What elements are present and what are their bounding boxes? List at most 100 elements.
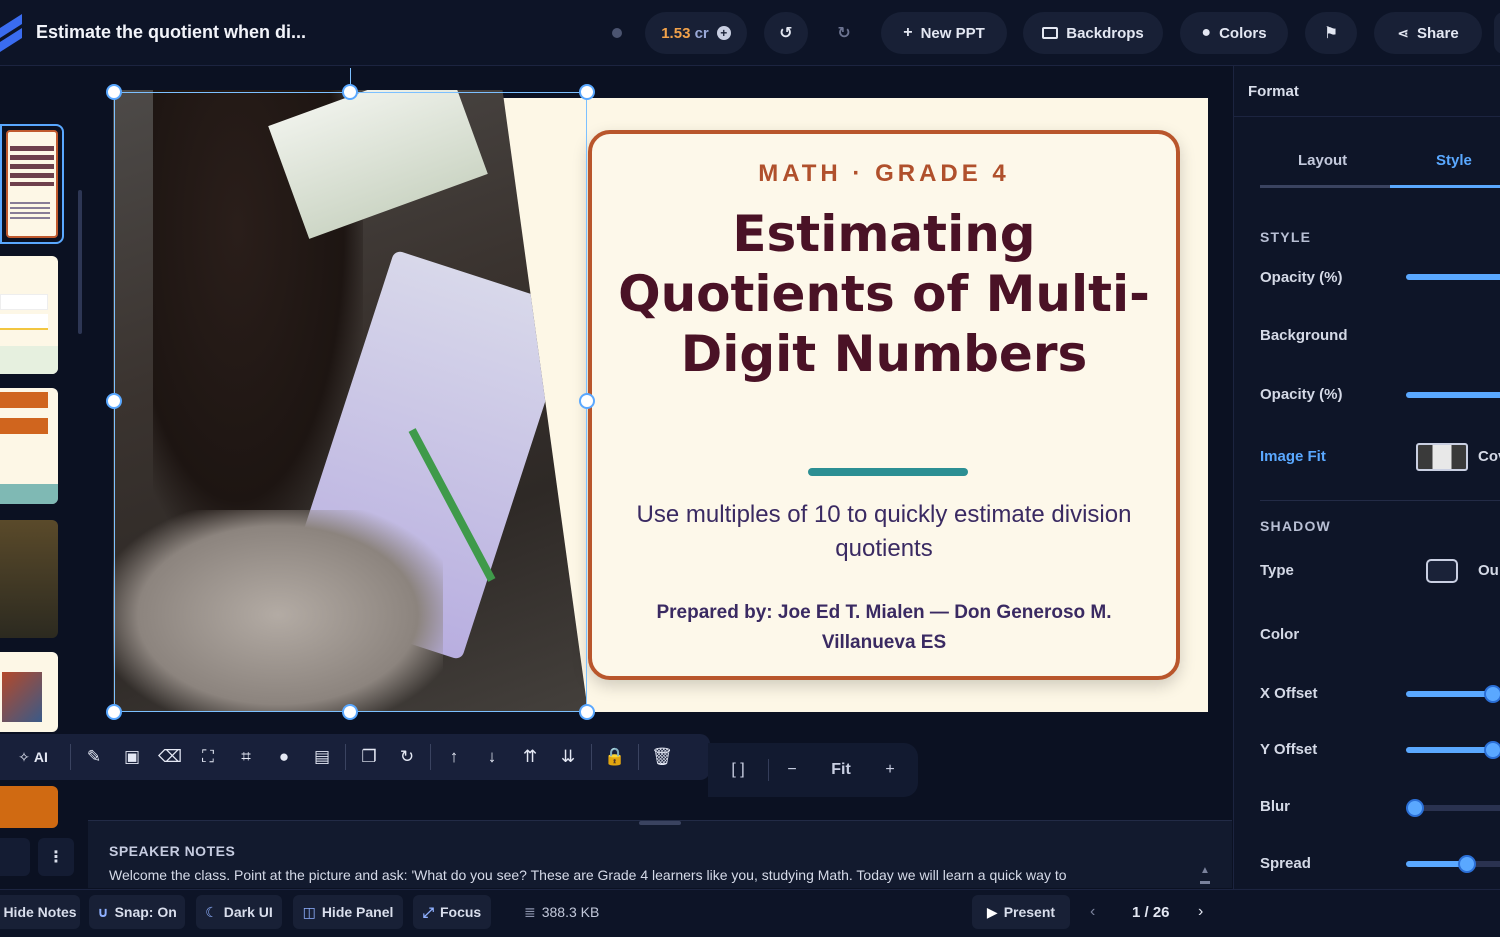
expand-button[interactable]: ⛶ [189,734,227,780]
x-offset-slider-knob[interactable] [1484,685,1500,703]
move-down-button[interactable]: ↓ [473,734,511,780]
zoom-in-button[interactable]: + [867,743,913,797]
bring-front-icon: ⇈ [522,747,538,766]
zoom-out-button[interactable]: − [769,743,815,797]
thumbnails-scrollbar[interactable] [78,190,82,334]
zoom-controls: [ ] − Fit + [708,743,918,797]
spread-slider[interactable] [1406,855,1500,873]
rotate-icon: ↻ [399,747,415,766]
left-mini-button[interactable] [0,838,30,876]
panel-icon: ◫ [302,903,316,920]
slide-title[interactable]: Estimating Quotients of Multi-Digit Numb… [612,204,1156,384]
y-offset-slider-knob[interactable] [1484,741,1500,759]
x-offset-slider[interactable] [1406,685,1500,703]
backdrops-button[interactable]: Backdrops [1023,12,1163,54]
move-up-button[interactable]: ↑ [435,734,473,780]
snap-toggle[interactable]: ∪ Snap: On [89,895,185,929]
thumbnail-slide-4[interactable] [0,520,58,638]
rotate-button[interactable]: ↻ [388,734,426,780]
frame-toggle[interactable]: [ ] [708,743,768,797]
fill-button[interactable]: ● [265,734,303,780]
redo-button[interactable]: ↻ [822,12,866,54]
zoom-fit-button[interactable]: Fit [815,743,867,797]
top-bar: Estimate the quotient when di... 1.53 cr… [0,0,1500,66]
thumbnail-slide-3[interactable] [0,388,58,504]
crop-button[interactable]: ⌗ [227,734,265,780]
credits-button[interactable]: 1.53 cr + [645,12,747,54]
notes-scroll-icon[interactable]: ▲ ▬ [1200,865,1210,887]
caption-button[interactable]: ▤ [303,734,341,780]
background-opacity-slider[interactable] [1406,392,1500,398]
next-slide-button[interactable]: › [1198,895,1203,929]
resize-handle-top-right[interactable] [579,84,595,100]
present-button[interactable]: ▶ Present [972,895,1070,929]
thumbnail-title-block [10,146,54,186]
new-ppt-button[interactable]: + New PPT [881,12,1007,54]
thumbnail-slide-1[interactable] [0,124,64,244]
blur-slider-knob[interactable] [1406,799,1424,817]
resize-handle-top[interactable] [342,84,358,100]
notes-text[interactable]: Welcome the class. Point at the picture … [109,867,1169,883]
notes-resize-handle[interactable] [639,821,681,825]
duplicate-button[interactable]: ❐ [350,734,388,780]
replace-image-button[interactable]: ▣ [113,734,151,780]
opacity-slider[interactable] [1406,274,1500,280]
blur-slider[interactable] [1406,799,1500,817]
hide-notes-button[interactable]: Hide Notes [0,895,80,929]
slide-eyebrow[interactable]: MATH · GRADE 4 [592,160,1176,188]
ai-button[interactable]: ✧ AI [0,734,66,780]
slide-author[interactable]: Prepared by: Joe Ed T. Mialen — Don Gene… [622,598,1146,658]
chevron-right-icon: › [1198,903,1204,920]
kebab-icon: ⋮ [48,849,64,866]
resize-handle-bottom-right[interactable] [579,704,595,720]
theme-toggle[interactable]: ☾ Dark UI [196,895,282,929]
resize-handle-bottom[interactable] [342,704,358,720]
page-indicator: 1 / 26 [1132,903,1170,921]
focus-button[interactable]: ⤢ Focus [413,895,491,929]
prev-slide-button[interactable]: ‹ [1090,895,1095,929]
new-ppt-label: New PPT [920,24,985,42]
magic-wand-icon: ✎ [86,747,102,766]
toolbar-separator [638,744,639,770]
delete-button[interactable]: 🗑 [643,734,681,780]
magic-wand-button[interactable]: ✎ [75,734,113,780]
app-logo-icon[interactable] [0,14,22,52]
image-fit-value[interactable]: Cov [1478,448,1500,465]
speaker-notes: SPEAKER NOTES Welcome the class. Point a… [88,820,1232,888]
more-top-button[interactable] [1494,12,1500,54]
title-card[interactable]: MATH · GRADE 4 Estimating Quotients of M… [588,130,1180,680]
shadow-type-value[interactable]: Ou [1478,562,1499,579]
slide-subtitle[interactable]: Use multiples of 10 to quickly estimate … [632,498,1136,566]
colors-button[interactable]: ● Colors [1180,12,1288,54]
y-offset-slider[interactable] [1406,741,1500,759]
hide-panel-button[interactable]: ◫ Hide Panel [293,895,403,929]
resize-handle-top-left[interactable] [106,84,122,100]
tab-layout[interactable]: Layout [1298,152,1347,169]
resize-handle-bottom-left[interactable] [106,704,122,720]
thumbnail-image [2,672,42,722]
toolbar-separator [345,744,346,770]
thumbnail-slide-6[interactable] [0,786,58,828]
send-to-back-button[interactable]: ⇊ [549,734,587,780]
thumbnail-slide-5[interactable] [0,652,58,732]
undo-button[interactable]: ↺ [764,12,808,54]
resize-handle-left[interactable] [106,393,122,409]
bring-to-front-button[interactable]: ⇈ [511,734,549,780]
image-fit-preview-icon[interactable] [1416,443,1468,471]
thumbnail-slide-2[interactable] [0,256,58,374]
spread-slider-knob[interactable] [1458,855,1476,873]
lock-button[interactable]: 🔒 [596,734,634,780]
flag-button[interactable]: ⚑ [1305,12,1357,54]
share-button[interactable]: ⋖ Share [1374,12,1482,54]
blur-label: Blur [1260,798,1290,815]
document-title[interactable]: Estimate the quotient when di... [36,22,306,43]
spread-slider-fill [1406,861,1466,867]
thumbnail-text-block [10,202,50,222]
trash-icon: 🗑 [651,747,673,766]
thumbnail-menu-button[interactable]: ⋮ [38,838,74,876]
tab-style[interactable]: Style [1436,152,1472,169]
shadow-type-icon[interactable] [1426,559,1458,583]
erase-button[interactable]: ⌫ [151,734,189,780]
resize-handle-right[interactable] [579,393,595,409]
background-opacity-slider-fill [1406,392,1500,398]
